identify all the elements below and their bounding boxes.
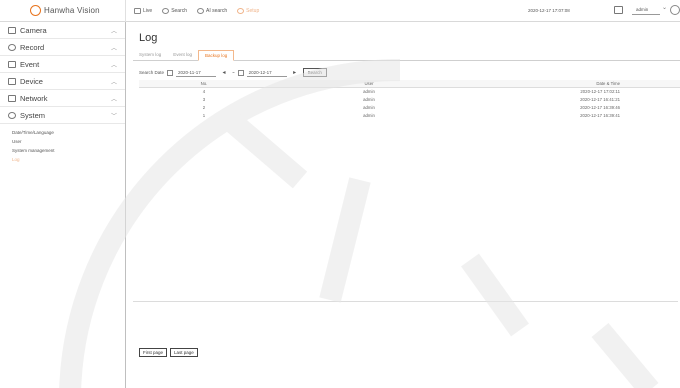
hdd-icon[interactable] bbox=[614, 6, 623, 14]
to-date-field[interactable]: 2020-12-17 bbox=[246, 69, 287, 77]
column-header-user[interactable]: User bbox=[269, 80, 469, 87]
nav-live[interactable]: Live bbox=[134, 7, 153, 14]
sidebar-item-label: System bbox=[20, 110, 46, 120]
pagination: First page Last page bbox=[139, 348, 198, 357]
cell-no: 3 bbox=[202, 97, 206, 102]
submenu-date-time-language[interactable]: Date/Time/Language bbox=[12, 128, 125, 137]
calendar-icon[interactable] bbox=[237, 69, 244, 76]
calendar-icon[interactable] bbox=[167, 69, 174, 76]
table-row[interactable]: 2 admin 2020-12-17 16:39:46 bbox=[139, 104, 680, 112]
search-date-label: Search Date bbox=[139, 70, 165, 75]
chevron-down-icon: ︿ bbox=[110, 29, 117, 35]
monitor-icon bbox=[134, 7, 141, 14]
record-icon bbox=[8, 43, 16, 51]
settings-icon bbox=[237, 7, 245, 14]
sidebar-item-camera[interactable]: Camera ︿ bbox=[0, 22, 125, 39]
nav-setup-label: Setup bbox=[246, 7, 260, 14]
chevron-down-icon: ︿ bbox=[110, 80, 117, 86]
cell-datetime: 2020-12-17 16:39:46 bbox=[580, 105, 620, 110]
network-icon bbox=[8, 94, 16, 102]
last-page-button[interactable]: Last page bbox=[170, 348, 198, 357]
search-icon bbox=[162, 7, 170, 14]
sidebar-item-label: Device bbox=[20, 76, 43, 86]
sidebar-item-network[interactable]: Network ︿ bbox=[0, 90, 125, 107]
user-select[interactable]: admin bbox=[632, 5, 660, 15]
device-icon bbox=[8, 77, 16, 85]
chevron-down-icon[interactable]: ⌄ bbox=[662, 4, 667, 11]
log-table: No. User Date & Time 4 admin 2020-12-17 … bbox=[139, 80, 680, 120]
cell-datetime: 2020-12-17 17:02:11 bbox=[580, 89, 620, 94]
logo-icon bbox=[30, 5, 41, 16]
power-icon[interactable] bbox=[670, 5, 680, 15]
chevron-down-icon: ︿ bbox=[110, 63, 117, 69]
nav-ai-search[interactable]: AI search bbox=[197, 7, 228, 14]
ai-search-icon bbox=[197, 7, 205, 14]
submenu-user[interactable]: User bbox=[12, 137, 125, 146]
chevron-up-icon: ﹀ bbox=[110, 114, 117, 120]
sidebar-item-label: Record bbox=[20, 42, 45, 52]
nav-search[interactable]: Search bbox=[162, 7, 188, 14]
table-row[interactable]: 1 admin 2020-12-17 16:39:41 bbox=[139, 112, 680, 120]
sidebar: Camera ︿ Record ︿ Event ︿ Device ︿ Netwo… bbox=[0, 22, 126, 388]
submenu-log[interactable]: Log bbox=[12, 155, 125, 164]
cell-user: admin bbox=[363, 105, 375, 110]
sidebar-item-system[interactable]: System ﹀ bbox=[0, 107, 125, 124]
system-submenu: Date/Time/Language User System managemen… bbox=[0, 124, 125, 164]
date-separator: ~ bbox=[232, 70, 235, 75]
next-date-button[interactable]: ▸ bbox=[290, 69, 300, 76]
chevron-down-icon: ︿ bbox=[110, 46, 117, 52]
column-header-datetime[interactable]: Date & Time bbox=[469, 80, 680, 87]
event-icon bbox=[8, 60, 16, 68]
sidebar-item-record[interactable]: Record ︿ bbox=[0, 39, 125, 56]
cell-no: 1 bbox=[202, 113, 206, 118]
sidebar-item-label: Camera bbox=[20, 25, 47, 35]
tab-event-log[interactable]: Event log bbox=[167, 50, 198, 61]
sidebar-item-device[interactable]: Device ︿ bbox=[0, 73, 125, 90]
prev-date-button[interactable]: ◂ bbox=[219, 69, 229, 76]
page-title: Log bbox=[139, 32, 158, 44]
log-tabs: System log Event log Backup log bbox=[133, 50, 680, 61]
cell-datetime: 2020-12-17 16:39:41 bbox=[580, 113, 620, 118]
sidebar-item-label: Network bbox=[20, 93, 48, 103]
sidebar-item-label: Event bbox=[20, 59, 40, 69]
table-row[interactable]: 3 admin 2020-12-17 16:41:21 bbox=[139, 96, 680, 104]
main-panel: Log System log Event log Backup log Sear… bbox=[127, 22, 680, 388]
search-filter: Search Date 2020-11-17 ◂ ~ 2020-12-17 ▸ … bbox=[139, 68, 327, 77]
from-date-field[interactable]: 2020-11-17 bbox=[176, 69, 217, 77]
chevron-down-icon: ︿ bbox=[110, 97, 117, 103]
gear-icon bbox=[8, 111, 16, 119]
table-row[interactable]: 4 admin 2020-12-17 17:02:11 bbox=[139, 88, 680, 96]
column-header-no[interactable]: No. bbox=[139, 80, 269, 87]
search-button[interactable]: Search bbox=[302, 68, 327, 77]
submenu-system-management[interactable]: System management bbox=[12, 146, 125, 155]
nav-setup[interactable]: Setup bbox=[237, 7, 260, 14]
sidebar-item-event[interactable]: Event ︿ bbox=[0, 56, 125, 73]
camera-icon bbox=[8, 26, 16, 34]
main-nav: Live Search AI search Setup bbox=[126, 7, 260, 14]
logo: Hanwha Vision bbox=[0, 0, 126, 22]
nav-ai-search-label: AI search bbox=[206, 7, 228, 14]
nav-search-label: Search bbox=[171, 7, 188, 14]
cell-user: admin bbox=[363, 113, 375, 118]
cell-datetime: 2020-12-17 16:41:21 bbox=[580, 97, 620, 102]
nav-live-label: Live bbox=[143, 7, 153, 14]
first-page-button[interactable]: First page bbox=[139, 348, 168, 357]
cell-no: 4 bbox=[202, 89, 206, 94]
current-datetime: 2020-12-17 17:07:08 bbox=[528, 8, 570, 13]
divider bbox=[133, 301, 678, 302]
table-header: No. User Date & Time bbox=[139, 80, 680, 88]
tab-backup-log[interactable]: Backup log bbox=[198, 50, 235, 61]
tab-system-log[interactable]: System log bbox=[133, 50, 167, 61]
logo-text: Hanwha Vision bbox=[44, 6, 100, 15]
cell-user: admin bbox=[363, 97, 375, 102]
top-bar: Hanwha Vision Live Search AI search Setu… bbox=[0, 0, 680, 22]
cell-user: admin bbox=[363, 89, 375, 94]
cell-no: 2 bbox=[202, 105, 206, 110]
